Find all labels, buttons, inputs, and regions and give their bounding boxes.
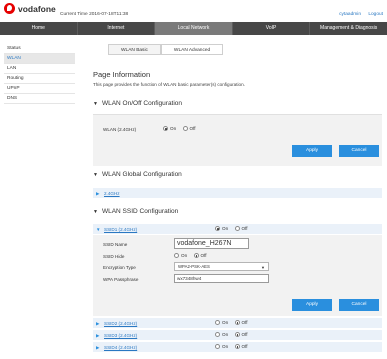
section-title-ssid-text: WLAN SSID Configuration bbox=[101, 208, 179, 215]
nav-internet[interactable]: Internet bbox=[78, 22, 156, 35]
vodafone-logo-icon bbox=[4, 3, 15, 14]
ssid1-row[interactable]: ▼ SSID1 (2.4GHz) On Off bbox=[93, 224, 382, 235]
triangle-right-icon: ▶ bbox=[96, 191, 100, 196]
onoff-apply-button[interactable]: Apply bbox=[292, 145, 332, 157]
user-link[interactable]: cytaadmin bbox=[339, 12, 361, 17]
main-content: WLAN Basic WLAN Advanced Page Informatio… bbox=[93, 44, 382, 353]
triangle-right-icon: ▶ bbox=[96, 333, 100, 338]
ssid1-apply-button[interactable]: Apply bbox=[292, 299, 332, 311]
onoff-panel: WLAN (2.4GHz) On Off Apply Cancel bbox=[93, 114, 382, 166]
ssid4-on-label: On bbox=[222, 344, 229, 350]
caret-down-icon: ▼ bbox=[261, 265, 265, 270]
tab-wlan-basic[interactable]: WLAN Basic bbox=[108, 44, 161, 55]
sidebar-item-dns[interactable]: DNS bbox=[4, 94, 75, 104]
ssid1-off-radio[interactable] bbox=[234, 226, 240, 232]
ssid-name-input[interactable]: vodafone_H267N bbox=[174, 238, 249, 249]
encryption-type-value: WPA2-PSK-AES bbox=[178, 264, 210, 269]
ssid2-link[interactable]: SSID2 (2.4GHz) bbox=[104, 321, 137, 326]
section-title-global-text: WLAN Global Configuration bbox=[101, 171, 182, 178]
current-time: Current Time 2016-07-18T11:38 bbox=[60, 12, 128, 17]
encryption-type-label: Encryption Type bbox=[103, 265, 136, 270]
ssid3-row[interactable]: ▶ SSID3 (2.4GHz) On Off bbox=[93, 330, 382, 341]
section-title-onoff: ▼ WLAN On/Off Configuration bbox=[93, 100, 182, 107]
ssid4-radio-group: On Off bbox=[215, 344, 253, 350]
wlan-off-label: Off bbox=[189, 126, 196, 132]
ssid-hide-radio-group: On Off bbox=[174, 253, 212, 259]
ssid-hide-on-radio[interactable] bbox=[174, 253, 179, 259]
nav-management-diagnosis[interactable]: Management & Diagnosis bbox=[310, 22, 387, 35]
onoff-cancel-button[interactable]: Cancel bbox=[339, 145, 379, 157]
section-title-onoff-text: WLAN On/Off Configuration bbox=[101, 100, 183, 107]
brand-name: vodafone bbox=[18, 3, 56, 14]
ssid2-on-radio[interactable] bbox=[215, 320, 220, 326]
section-title-ssid: ▼ WLAN SSID Configuration bbox=[93, 208, 178, 215]
page-title: Page Information bbox=[93, 70, 151, 79]
ssid2-row[interactable]: ▶ SSID2 (2.4GHz) On Off bbox=[93, 318, 382, 329]
global-band-row[interactable]: ▶ 2.4GHz bbox=[93, 188, 382, 199]
ssid3-on-radio[interactable] bbox=[215, 332, 220, 338]
triangle-right-icon: ▶ bbox=[96, 345, 100, 350]
ssid4-off-radio[interactable] bbox=[234, 344, 240, 350]
triangle-down-icon: ▼ bbox=[96, 227, 101, 232]
ssid2-on-label: On bbox=[222, 320, 229, 326]
wlan-24ghz-radio-group: On Off bbox=[163, 126, 201, 132]
triangle-down-icon: ▼ bbox=[93, 209, 98, 215]
triangle-down-icon: ▼ bbox=[93, 101, 98, 107]
wlan-off-radio[interactable] bbox=[182, 126, 188, 132]
nav-home[interactable]: Home bbox=[0, 22, 78, 35]
nav-voip[interactable]: VoIP bbox=[233, 22, 311, 35]
sidebar-item-upnp[interactable]: UPnP bbox=[4, 84, 75, 94]
sidebar: Status WLAN LAN Routing UPnP DNS bbox=[4, 44, 75, 104]
top-bar: vodafone Current Time 2016-07-18T11:38 c… bbox=[0, 0, 387, 22]
sidebar-item-wlan[interactable]: WLAN bbox=[4, 54, 75, 64]
logout-link[interactable]: Logout bbox=[368, 12, 383, 17]
ssid4-on-radio[interactable] bbox=[215, 344, 220, 350]
ssid-hide-on-label: On bbox=[181, 253, 188, 259]
wlan-on-label: On bbox=[170, 126, 177, 132]
ssid4-row[interactable]: ▶ SSID4 (2.4GHz) On Off bbox=[93, 342, 382, 353]
ssid1-cancel-button[interactable]: Cancel bbox=[339, 299, 379, 311]
ssid-hide-off-label: Off bbox=[200, 253, 207, 259]
ssid-hide-label: SSID Hide bbox=[103, 254, 125, 259]
sidebar-item-routing[interactable]: Routing bbox=[4, 74, 75, 84]
encryption-type-select[interactable]: WPA2-PSK-AES ▼ bbox=[174, 262, 269, 271]
current-time-label: Current Time bbox=[60, 12, 88, 17]
wlan-24ghz-label: WLAN (2.4GHz) bbox=[103, 127, 137, 132]
sub-tabs: WLAN Basic WLAN Advanced bbox=[108, 44, 382, 55]
ssid3-radio-group: On Off bbox=[215, 332, 253, 338]
vodafone-logo[interactable]: vodafone bbox=[4, 3, 56, 14]
ssid-hide-off-radio[interactable] bbox=[193, 253, 199, 259]
ssid2-radio-group: On Off bbox=[215, 320, 253, 326]
sidebar-item-status[interactable]: Status bbox=[4, 44, 75, 54]
global-band-link[interactable]: 2.4GHz bbox=[104, 191, 120, 196]
ssid1-on-radio[interactable] bbox=[215, 226, 220, 232]
ssid-name-label: SSID Name bbox=[103, 242, 128, 247]
main-nav: Home Internet Local Network VoIP Managem… bbox=[0, 22, 387, 35]
sidebar-item-lan[interactable]: LAN bbox=[4, 64, 75, 74]
wpa-passphrase-label: WPA Passphrase bbox=[103, 277, 139, 282]
wlan-on-radio[interactable] bbox=[163, 126, 168, 132]
tab-wlan-advanced[interactable]: WLAN Advanced bbox=[160, 44, 224, 55]
page-description: This page provides the function of WLAN … bbox=[93, 82, 245, 87]
wpa-passphrase-input[interactable]: wx7348hw4 bbox=[174, 274, 269, 283]
ssid1-radio-group: On Off bbox=[215, 226, 253, 232]
ssid2-off-label: Off bbox=[241, 320, 248, 326]
ssid1-on-label: On bbox=[222, 226, 229, 232]
ssid3-link[interactable]: SSID3 (2.4GHz) bbox=[104, 333, 137, 338]
ssid1-panel: SSID Name vodafone_H267N SSID Hide On Of… bbox=[93, 235, 382, 316]
ssid3-off-radio[interactable] bbox=[234, 332, 240, 338]
ssid4-off-label: Off bbox=[241, 344, 248, 350]
triangle-right-icon: ▶ bbox=[96, 321, 100, 326]
triangle-down-icon: ▼ bbox=[93, 172, 98, 178]
ssid2-off-radio[interactable] bbox=[234, 320, 240, 326]
current-time-value: 2016-07-18T11:38 bbox=[89, 12, 129, 17]
ssid1-off-label: Off bbox=[241, 226, 248, 232]
ssid1-link[interactable]: SSID1 (2.4GHz) bbox=[104, 227, 137, 232]
ssid4-link[interactable]: SSID4 (2.4GHz) bbox=[104, 345, 137, 350]
nav-local-network[interactable]: Local Network bbox=[155, 22, 233, 35]
ssid3-on-label: On bbox=[222, 332, 229, 338]
section-title-global: ▼ WLAN Global Configuration bbox=[93, 171, 182, 178]
ssid3-off-label: Off bbox=[241, 332, 248, 338]
